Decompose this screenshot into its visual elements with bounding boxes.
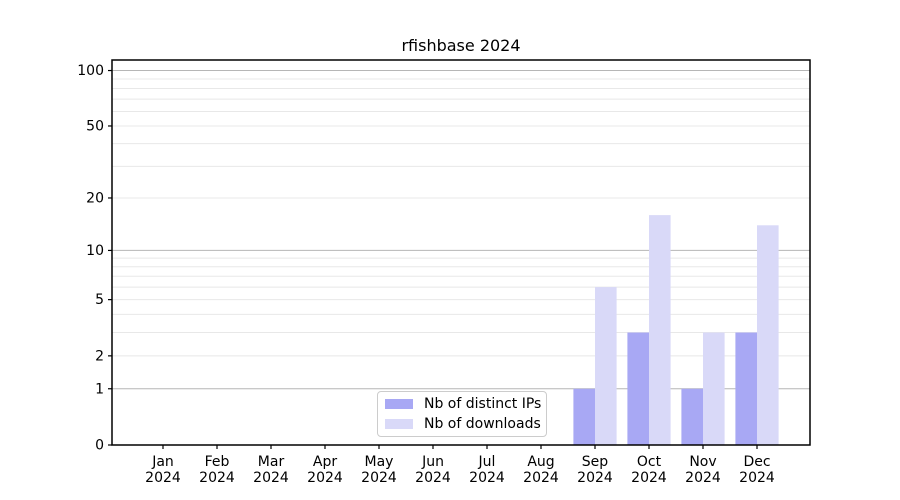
bar-downloads	[595, 287, 617, 445]
legend: Nb of distinct IPs Nb of downloads	[377, 391, 547, 437]
bar-distinct-ips	[627, 333, 649, 445]
x-tick-label: Aug2024	[523, 454, 559, 486]
y-tick-label: 0	[95, 438, 104, 454]
legend-label-downloads: Nb of downloads	[424, 416, 541, 432]
legend-item-distinct-ips: Nb of distinct IPs	[385, 395, 538, 414]
legend-item-downloads: Nb of downloads	[385, 414, 538, 433]
x-tick-label: Sep2024	[577, 454, 613, 486]
bar-distinct-ips	[681, 389, 703, 445]
chart-figure: rfishbase 2024 Jan2024 Feb2024 Mar2024 Apr2…	[0, 0, 900, 500]
x-tick-label: Jan2024	[145, 454, 181, 486]
x-tick-label: Mar2024	[253, 454, 289, 486]
y-tick-label: 2	[95, 348, 104, 364]
chart-title: rfishbase 2024	[401, 36, 520, 55]
y-tick-label: 50	[86, 118, 104, 134]
x-tick-label: Jul2024	[469, 454, 505, 486]
legend-swatch-downloads	[385, 419, 413, 429]
bar-distinct-ips	[573, 389, 595, 445]
x-tick-label: Apr2024	[307, 454, 343, 486]
x-tick-label: Feb2024	[199, 454, 235, 486]
y-tick-label: 100	[77, 63, 104, 79]
bar-distinct-ips	[735, 333, 757, 445]
y-tick-label: 20	[86, 190, 104, 206]
bar-downloads	[757, 225, 779, 445]
x-tick-label: Oct2024	[631, 454, 667, 486]
y-tick-label: 1	[95, 381, 104, 397]
x-tick-label: Jun2024	[415, 454, 451, 486]
bar-downloads	[649, 215, 671, 445]
y-tick-label: 5	[95, 292, 104, 308]
legend-swatch-distinct-ips	[385, 399, 413, 409]
bar-downloads	[703, 333, 725, 445]
y-tick-label: 10	[86, 243, 104, 259]
x-tick-label: May2024	[361, 454, 397, 486]
x-tick-label: Dec2024	[739, 454, 775, 486]
legend-label-distinct-ips: Nb of distinct IPs	[424, 396, 541, 412]
x-tick-label: Nov2024	[685, 454, 721, 486]
